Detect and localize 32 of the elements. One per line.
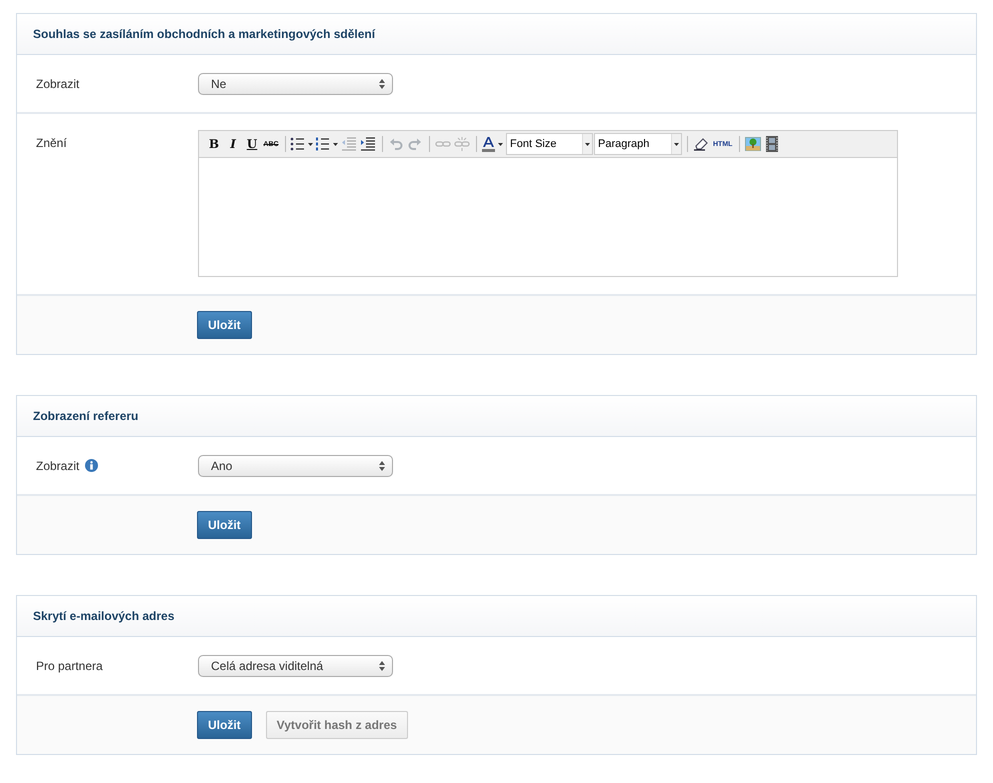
save-button[interactable]: Uložit xyxy=(197,511,252,539)
underline-button[interactable]: U xyxy=(243,134,261,154)
numbered-list-icon[interactable] xyxy=(315,137,339,151)
select-field[interactable]: Celá adresa viditelná xyxy=(198,654,393,676)
save-button[interactable]: Uložit xyxy=(197,311,252,339)
caret-icon xyxy=(674,142,679,146)
field-label: Zobrazit xyxy=(36,458,80,472)
field-label: Znění xyxy=(36,136,67,150)
updown-arrows-icon xyxy=(379,460,385,470)
generate-hash-button[interactable]: Vytvořit hash z adres xyxy=(266,711,408,739)
info-icon[interactable] xyxy=(85,459,98,472)
italic-button[interactable]: I xyxy=(224,134,242,154)
select-field[interactable]: Ano xyxy=(198,454,393,476)
updown-arrows-icon xyxy=(379,660,385,670)
updown-arrows-icon xyxy=(379,78,385,88)
field-label: Pro partnera xyxy=(36,658,103,672)
field-label: Zobrazit xyxy=(36,76,80,90)
bullet-list-icon[interactable] xyxy=(290,137,314,151)
image-icon[interactable] xyxy=(745,137,762,151)
panel-title: Souhlas se zasíláním obchodních a marketingových sdělení xyxy=(33,27,376,41)
select-field[interactable]: Ne xyxy=(198,72,393,94)
caret-icon xyxy=(585,142,590,146)
panel-title: Zobrazení refereru xyxy=(33,409,138,423)
dropdown-field[interactable]: Font Size xyxy=(506,133,593,155)
film-icon[interactable] xyxy=(766,136,778,152)
panel-title: Skrytí e-mailových adres xyxy=(33,609,174,623)
eraser-icon[interactable] xyxy=(693,137,709,151)
bold-button[interactable]: B xyxy=(205,134,223,154)
text-color-icon[interactable] xyxy=(481,136,505,152)
save-button[interactable]: Uložit xyxy=(197,711,252,739)
indent-icon[interactable] xyxy=(360,137,376,151)
dropdown-field[interactable]: Paragraph xyxy=(594,133,682,155)
